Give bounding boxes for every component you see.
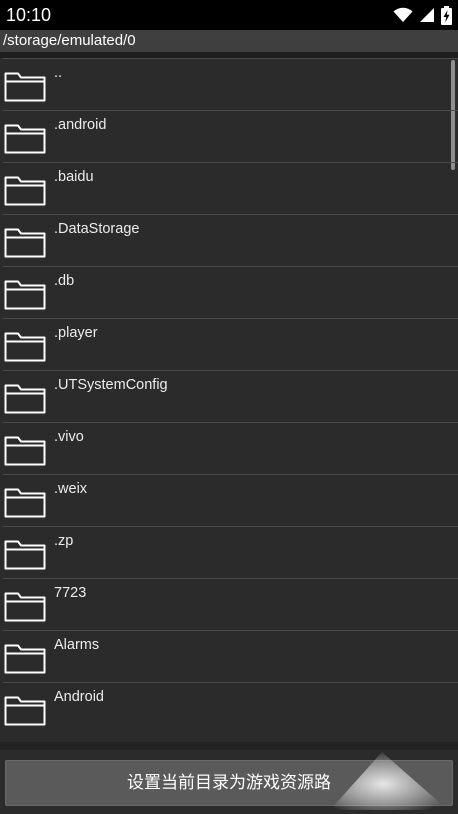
folder-icon: [4, 72, 46, 102]
divider: [0, 742, 458, 750]
list-item[interactable]: .baidu: [0, 163, 458, 215]
file-name: Alarms: [54, 637, 100, 653]
folder-icon: [4, 332, 46, 362]
list-item[interactable]: .weix: [0, 475, 458, 527]
battery-charging-icon: [441, 5, 452, 25]
bottom-action-area: 设置当前目录为游戏资源路: [0, 750, 458, 814]
file-name: 7723: [54, 585, 87, 601]
file-name: .baidu: [54, 169, 94, 185]
folder-icon: [4, 280, 46, 310]
file-name: .android: [54, 117, 107, 133]
folder-icon: [4, 696, 46, 726]
list-item[interactable]: 7723: [0, 579, 458, 631]
list-item[interactable]: .player: [0, 319, 458, 371]
list-item[interactable]: Android: [0, 683, 458, 735]
folder-icon: [4, 228, 46, 258]
list-item[interactable]: ..: [0, 59, 458, 111]
folder-icon: [4, 644, 46, 674]
file-name: .weix: [54, 481, 88, 497]
signal-icon: [419, 7, 435, 23]
folder-icon: [4, 384, 46, 414]
file-name: ..: [54, 65, 63, 81]
folder-icon: [4, 488, 46, 518]
file-name: .db: [54, 273, 75, 289]
list-item[interactable]: .db: [0, 267, 458, 319]
list-item[interactable]: Alarms: [0, 631, 458, 683]
folder-icon: [4, 124, 46, 154]
folder-icon: [4, 592, 46, 622]
file-name: .player: [54, 325, 98, 341]
file-name: .vivo: [54, 429, 84, 445]
file-name: .UTSystemConfig: [54, 377, 168, 393]
file-name: .DataStorage: [54, 221, 140, 237]
list-item[interactable]: .UTSystemConfig: [0, 371, 458, 423]
status-bar: 10:10: [0, 0, 458, 30]
set-resource-path-button[interactable]: 设置当前目录为游戏资源路: [5, 760, 453, 806]
status-time: 10:10: [6, 5, 52, 25]
file-list[interactable]: .. .android .baidu .DataStorage .db .player .U…: [0, 58, 458, 742]
status-icons: [393, 5, 452, 25]
wifi-icon: [393, 7, 413, 23]
folder-icon: [4, 540, 46, 570]
file-name: Android: [54, 689, 104, 705]
list-item[interactable]: .vivo: [0, 423, 458, 475]
list-item[interactable]: .DataStorage: [0, 215, 458, 267]
current-path: /storage/emulated/0: [0, 30, 458, 52]
folder-icon: [4, 176, 46, 206]
folder-icon: [4, 436, 46, 466]
file-name: .zp: [54, 533, 74, 549]
file-picker-screen: 10:10 /storage/emulated/0 .. .android .b…: [0, 0, 458, 814]
list-item[interactable]: .android: [0, 111, 458, 163]
list-item[interactable]: .zp: [0, 527, 458, 579]
